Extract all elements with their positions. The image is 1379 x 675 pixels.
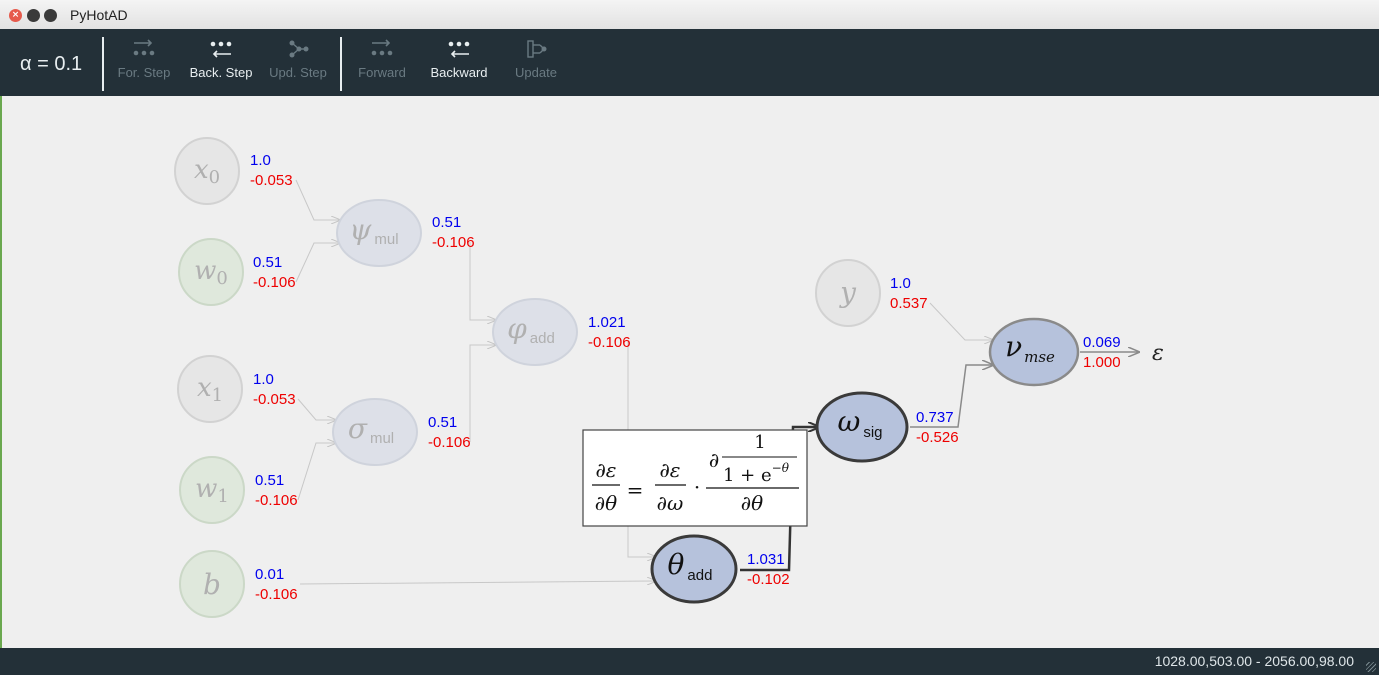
- computation-graph: x0 w0 ψ mul x1 w1 σ mul φ add b θ add ω sig y: [174, 137, 1164, 618]
- formula-equals: =: [627, 478, 644, 502]
- formula-partial: ∂: [709, 448, 719, 472]
- update-step-button[interactable]: Upd. Step: [258, 39, 338, 80]
- node-w1[interactable]: w1: [179, 456, 245, 524]
- phi-grad: -0.106: [588, 334, 631, 351]
- node-sigma[interactable]: σ mul: [332, 398, 418, 466]
- forward-step-button[interactable]: For. Step: [104, 39, 184, 80]
- formula-lhs-den: ∂θ: [595, 491, 617, 515]
- formula-one: 1: [754, 432, 765, 453]
- learning-rate-label: α = 0.1: [20, 53, 83, 75]
- node-x1[interactable]: x1: [177, 355, 243, 423]
- formula-dot: ·: [694, 475, 700, 499]
- nu-grad: 1.000: [1083, 354, 1121, 371]
- backward-icon: [448, 41, 470, 58]
- resize-grip-icon[interactable]: [1366, 662, 1376, 672]
- node-x0[interactable]: x0: [174, 137, 240, 205]
- status-bar: 1028.00,503.00 - 2056.00,98.00: [0, 648, 1379, 675]
- viewport-coordinates: 1028.00,503.00 - 2056.00,98.00: [1154, 653, 1354, 669]
- node-w0[interactable]: w0: [178, 238, 244, 306]
- w1-grad: -0.106: [255, 492, 298, 509]
- minimize-window-button[interactable]: [27, 9, 40, 22]
- omega-value: 0.737: [916, 409, 954, 426]
- output-epsilon: ε: [1152, 341, 1164, 366]
- node-theta[interactable]: θ add: [650, 534, 738, 604]
- window-title: PyHotAD: [70, 7, 128, 23]
- forward-step-icon: [133, 39, 155, 56]
- node-phi[interactable]: φ add: [492, 298, 578, 366]
- edge-b-theta: [299, 581, 656, 584]
- w1-value: 0.51: [255, 472, 284, 489]
- formula-mid-num: ∂ε: [659, 458, 680, 482]
- update-label: Update: [515, 65, 557, 80]
- backward-button[interactable]: Backward: [419, 39, 499, 80]
- psi-value: 0.51: [432, 214, 461, 231]
- edge-x1-sigma: [297, 398, 336, 420]
- update-button[interactable]: Update: [496, 39, 576, 80]
- b-grad: -0.106: [255, 586, 298, 603]
- backward-step-label: Back. Step: [189, 65, 253, 80]
- title-bar: × PyHotAD: [0, 0, 1379, 30]
- y-value: 1.0: [890, 275, 911, 292]
- derivative-formula-tooltip: ∂ε ∂θ = ∂ε ∂ω · ∂ 1 1 + e−θ ∂θ: [582, 429, 808, 527]
- node-psi[interactable]: ψ mul: [336, 199, 422, 267]
- toolbar: α = 0.1 For. Step Back. Step Upd. Step F…: [0, 29, 1379, 96]
- theta-grad: -0.102: [747, 571, 790, 588]
- node-b[interactable]: b: [179, 550, 245, 618]
- update-icon: [527, 40, 547, 58]
- b-value: 0.01: [255, 566, 284, 583]
- w0-grad: -0.106: [253, 274, 296, 291]
- theta-value: 1.031: [747, 551, 785, 568]
- forward-label: Forward: [358, 65, 406, 80]
- formula-lhs-num: ∂ε: [595, 458, 616, 482]
- update-step-icon: [289, 40, 309, 58]
- formula-rhs-den: ∂θ: [741, 491, 763, 515]
- psi-grad: -0.106: [432, 234, 475, 251]
- sigma-grad: -0.106: [428, 434, 471, 451]
- edge-w1-sigma: [297, 443, 336, 501]
- node-nu[interactable]: ν mse: [988, 317, 1080, 387]
- edge-sigma-phi: [469, 345, 496, 442]
- edge-x0-psi: [295, 179, 340, 220]
- x0-value: 1.0: [250, 152, 271, 169]
- forward-step-label: For. Step: [117, 65, 171, 80]
- update-step-label: Upd. Step: [269, 65, 327, 80]
- close-window-button[interactable]: ×: [9, 9, 22, 22]
- nu-value: 0.069: [1083, 334, 1121, 351]
- backward-label: Backward: [430, 65, 488, 80]
- backward-step-button[interactable]: Back. Step: [181, 39, 261, 80]
- maximize-window-button[interactable]: [44, 9, 57, 22]
- edge-w0-psi: [295, 243, 340, 283]
- forward-button[interactable]: Forward: [342, 39, 422, 80]
- x1-value: 1.0: [253, 371, 274, 388]
- x0-grad: -0.053: [250, 172, 293, 189]
- formula-mid-den: ∂ω: [657, 491, 684, 515]
- y-grad: 0.537: [890, 295, 928, 312]
- omega-grad: -0.526: [916, 429, 959, 446]
- phi-value: 1.021: [588, 314, 626, 331]
- node-b-symbol: b: [203, 568, 221, 601]
- sigma-value: 0.51: [428, 414, 457, 431]
- backward-step-icon: [210, 41, 232, 58]
- node-y-symbol: y: [838, 276, 857, 309]
- edge-psi-phi: [469, 242, 496, 320]
- x1-grad: -0.053: [253, 391, 296, 408]
- edge-y-nu: [929, 302, 993, 340]
- node-omega[interactable]: ω sig: [815, 391, 909, 463]
- forward-icon: [371, 39, 393, 56]
- node-y[interactable]: y: [815, 259, 881, 327]
- w0-value: 0.51: [253, 254, 282, 271]
